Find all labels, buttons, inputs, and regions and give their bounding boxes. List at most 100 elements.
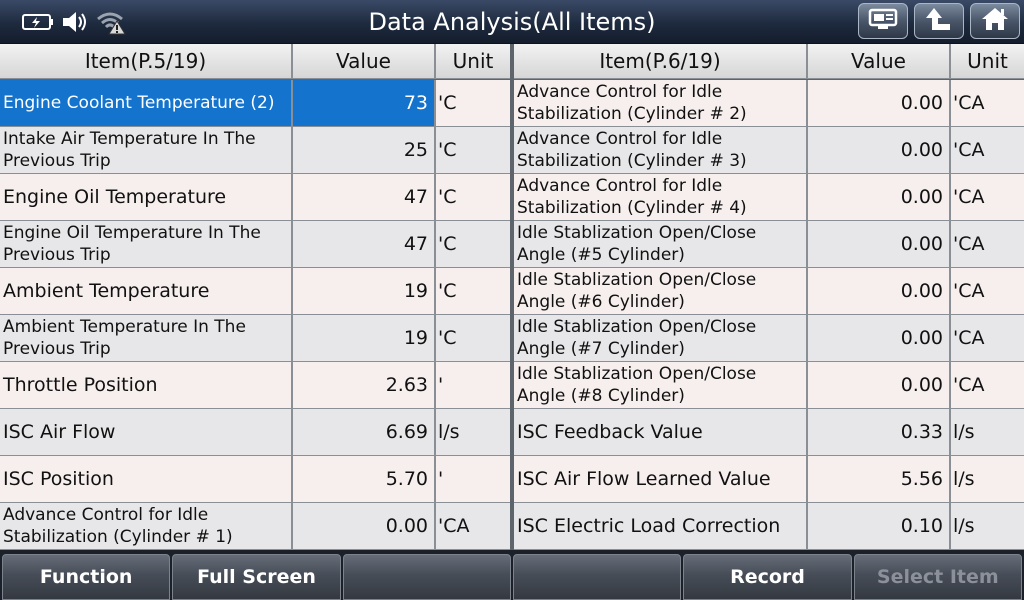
table-row[interactable]: ISC Electric Load Correction 0.10 l/s (514, 503, 1024, 550)
item-unit: 'C (436, 80, 510, 126)
table-row[interactable]: Advance Control for Idle Stabilization (… (514, 174, 1024, 221)
item-value: 19 (293, 315, 436, 361)
table-row[interactable]: Engine Oil Temperature In The Previous T… (0, 221, 510, 268)
item-unit: l/s (436, 409, 510, 455)
item-value: 0.33 (808, 409, 951, 455)
column-header-value[interactable]: Value (808, 44, 951, 79)
item-name: Engine Oil Temperature (0, 174, 293, 220)
item-unit: 'C (436, 315, 510, 361)
item-unit: 'CA (951, 221, 1024, 267)
item-unit: l/s (951, 409, 1024, 455)
item-unit: ' (436, 362, 510, 408)
table-row[interactable]: ISC Air Flow Learned Value 5.56 l/s (514, 456, 1024, 503)
table-row[interactable]: ISC Position 5.70 ' (0, 456, 510, 503)
table-row[interactable]: Idle Stablization Open/Close Angle (#5 C… (514, 221, 1024, 268)
table-header: Item(P.6/19) Value Unit (514, 44, 1024, 79)
nav-buttons (858, 3, 1020, 39)
item-name: Advance Control for Idle Stabilization (… (514, 174, 808, 220)
table-row[interactable]: Advance Control for Idle Stabilization (… (514, 80, 1024, 127)
full-screen-button[interactable]: Full Screen (172, 554, 341, 600)
column-header-value[interactable]: Value (293, 44, 436, 79)
item-value: 47 (293, 221, 436, 267)
item-value: 25 (293, 127, 436, 173)
table-header: Item(P.5/19) Value Unit (0, 44, 510, 79)
item-value: 5.56 (808, 456, 951, 502)
item-name: Engine Oil Temperature In The Previous T… (0, 221, 293, 267)
empty-button-4[interactable] (512, 554, 682, 600)
item-name: ISC Position (0, 456, 293, 502)
table-row[interactable]: Advance Control for Idle Stabilization (… (514, 127, 1024, 174)
item-name: Idle Stablization Open/Close Angle (#8 C… (514, 362, 808, 408)
column-header-item[interactable]: Item(P.5/19) (0, 44, 293, 79)
table-row[interactable]: Idle Stablization Open/Close Angle (#8 C… (514, 362, 1024, 409)
item-name: Idle Stablization Open/Close Angle (#7 C… (514, 315, 808, 361)
table-row[interactable]: Ambient Temperature 19 'C (0, 268, 510, 315)
item-unit: 'CA (951, 362, 1024, 408)
item-value: 0.00 (808, 80, 951, 126)
item-unit: 'CA (951, 174, 1024, 220)
item-name: ISC Feedback Value (514, 409, 808, 455)
item-value: 0.00 (808, 362, 951, 408)
item-value: 47 (293, 174, 436, 220)
item-unit: 'CA (951, 268, 1024, 314)
item-name: ISC Air Flow Learned Value (514, 456, 808, 502)
item-unit: 'C (436, 221, 510, 267)
record-button[interactable]: Record (683, 554, 852, 600)
item-value: 73 (293, 80, 436, 126)
item-value: 6.69 (293, 409, 436, 455)
item-name: Intake Air Temperature In The Previous T… (0, 127, 293, 173)
title-bar: Data Analysis(All Items) (0, 0, 1024, 44)
item-unit: 'CA (951, 80, 1024, 126)
item-name: Engine Coolant Temperature (2) (0, 80, 293, 126)
table-row[interactable]: Idle Stablization Open/Close Angle (#7 C… (514, 315, 1024, 362)
item-name: Idle Stablization Open/Close Angle (#6 C… (514, 268, 808, 314)
item-value: 0.00 (808, 221, 951, 267)
item-name: ISC Electric Load Correction (514, 503, 808, 549)
item-value: 0.00 (293, 503, 436, 549)
item-name: Ambient Temperature In The Previous Trip (0, 315, 293, 361)
monitor-icon (868, 8, 898, 34)
table-row[interactable]: Intake Air Temperature In The Previous T… (0, 127, 510, 174)
table-row[interactable]: Throttle Position 2.63 ' (0, 362, 510, 409)
select-item-button[interactable]: Select Item (853, 554, 1022, 600)
screenshot-button[interactable] (858, 3, 908, 39)
back-button[interactable] (914, 3, 964, 39)
table-row[interactable]: Idle Stablization Open/Close Angle (#6 C… (514, 268, 1024, 315)
item-name: Advance Control for Idle Stabilization (… (514, 80, 808, 126)
back-arrow-icon (924, 6, 954, 36)
function-bar: Function Full Screen Record Select Item (0, 550, 1024, 600)
item-value: 0.00 (808, 127, 951, 173)
item-unit: l/s (951, 456, 1024, 502)
table-row[interactable]: ISC Air Flow 6.69 l/s (0, 409, 510, 456)
item-name: Advance Control for Idle Stabilization (… (514, 127, 808, 173)
item-name: Ambient Temperature (0, 268, 293, 314)
table-row[interactable]: ISC Feedback Value 0.33 l/s (514, 409, 1024, 456)
item-value: 0.00 (808, 268, 951, 314)
item-value: 2.63 (293, 362, 436, 408)
home-icon (980, 6, 1010, 36)
table-row[interactable]: Ambient Temperature In The Previous Trip… (0, 315, 510, 362)
column-header-unit[interactable]: Unit (436, 44, 510, 79)
table-row[interactable]: Engine Oil Temperature 47 'C (0, 174, 510, 221)
item-unit: 'CA (436, 503, 510, 549)
item-unit: ' (436, 456, 510, 502)
home-button[interactable] (970, 3, 1020, 39)
table-row[interactable]: Advance Control for Idle Stabilization (… (0, 503, 510, 550)
item-unit: 'C (436, 268, 510, 314)
table-row[interactable]: Engine Coolant Temperature (2) 73 'C (0, 80, 510, 127)
item-value: 0.10 (808, 503, 951, 549)
item-unit: 'CA (951, 127, 1024, 173)
item-value: 0.00 (808, 315, 951, 361)
column-header-item[interactable]: Item(P.6/19) (514, 44, 808, 79)
item-unit: 'CA (951, 315, 1024, 361)
item-name: Throttle Position (0, 362, 293, 408)
column-header-unit[interactable]: Unit (951, 44, 1024, 79)
item-name: Advance Control for Idle Stabilization (… (0, 503, 293, 549)
item-value: 0.00 (808, 174, 951, 220)
left-table: Item(P.5/19) Value Unit Engine Coolant T… (0, 44, 510, 550)
item-value: 19 (293, 268, 436, 314)
function-button[interactable]: Function (2, 554, 171, 600)
empty-button-3[interactable] (342, 554, 511, 600)
item-unit: 'C (436, 174, 510, 220)
item-value: 5.70 (293, 456, 436, 502)
